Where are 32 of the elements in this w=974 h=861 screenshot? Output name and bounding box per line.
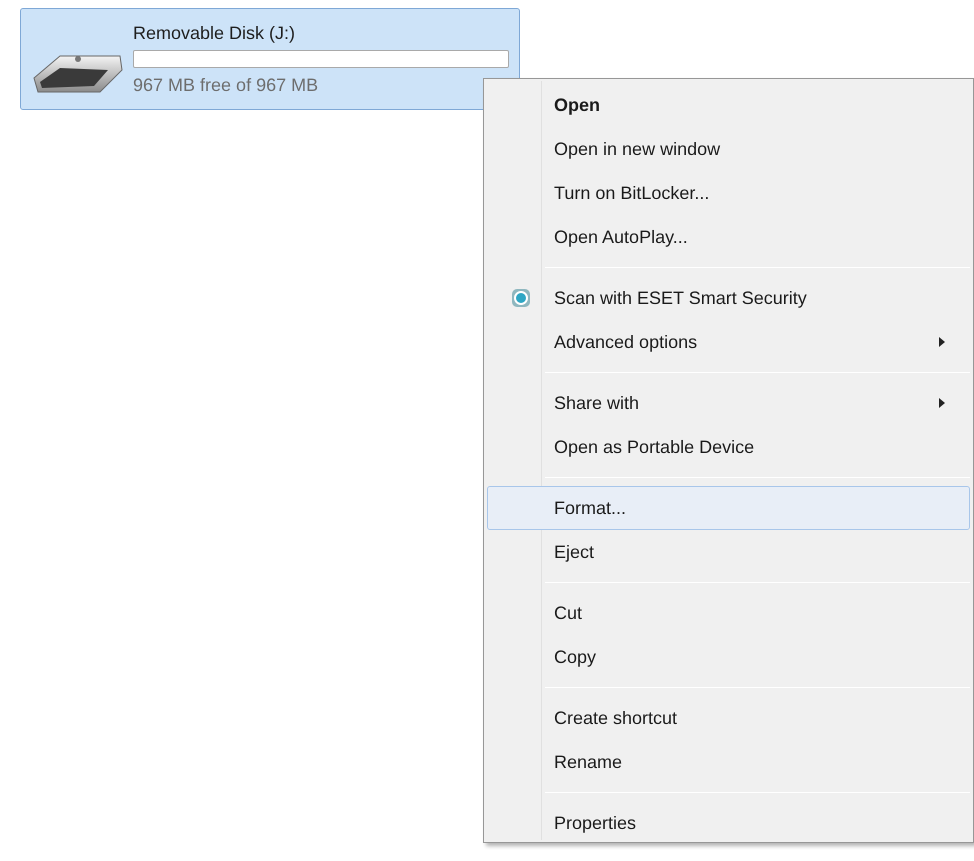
- menu-item-label: Open AutoPlay...: [554, 226, 688, 249]
- menu-item-label: Scan with ESET Smart Security: [554, 286, 807, 310]
- menu-item-label: Share with: [554, 392, 640, 414]
- menu-item[interactable]: Format...: [487, 486, 970, 530]
- menu-item[interactable]: Eject: [487, 530, 970, 574]
- menu-item[interactable]: Turn on BitLocker...: [487, 171, 970, 215]
- menu-item[interactable]: Scan with ESET Smart Security: [487, 276, 970, 320]
- menu-item-label: Copy: [554, 646, 596, 669]
- menu-item[interactable]: Open as Portable Device: [487, 425, 970, 469]
- drive-tile[interactable]: Removable Disk (J:) 967 MB free of 967 MB: [20, 8, 520, 110]
- menu-item[interactable]: Rename: [487, 740, 970, 784]
- menu-item[interactable]: Advanced options: [487, 320, 970, 364]
- menu-item-label: Cut: [554, 602, 582, 624]
- menu-item[interactable]: Share with: [487, 381, 970, 425]
- free-space-text: 967 MB free of 967 MB: [133, 74, 320, 96]
- drive-name: Removable Disk (J:): [133, 22, 296, 44]
- menu-item-label: Turn on BitLocker...: [554, 182, 710, 204]
- menu-item-label: Format...: [554, 496, 626, 520]
- menu-item[interactable]: Copy: [487, 635, 970, 679]
- menu-item-label: Open as Portable Device: [554, 436, 754, 459]
- menu-item[interactable]: Properties: [487, 801, 970, 845]
- menu-item-label: Open: [554, 94, 600, 117]
- menu-item-label: Eject: [554, 540, 594, 564]
- menu-item[interactable]: Cut: [487, 591, 970, 635]
- menu-item-label: Properties: [554, 812, 636, 835]
- menu-item[interactable]: Open AutoPlay...: [487, 215, 970, 259]
- menu-item-label: Advanced options: [554, 330, 698, 354]
- menu-item-label: Rename: [554, 750, 622, 774]
- menu-item-label: Open in new window: [554, 138, 720, 161]
- menu-item[interactable]: Create shortcut: [487, 696, 970, 740]
- menu-item[interactable]: Open in new window: [487, 127, 970, 171]
- menu-item-label: Create shortcut: [554, 706, 678, 730]
